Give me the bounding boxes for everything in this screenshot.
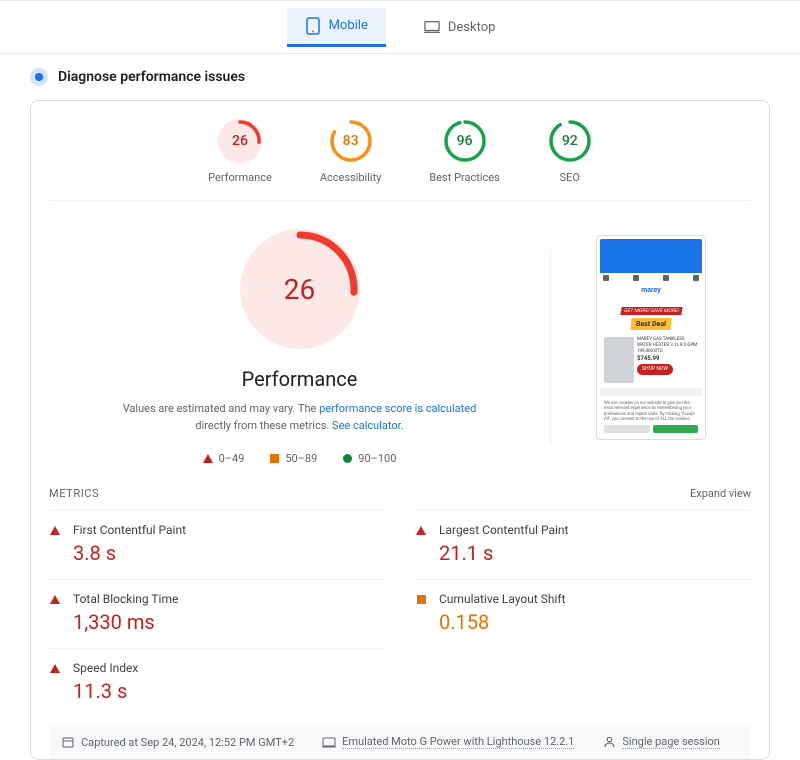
thumb-price: $745.99 — [637, 355, 698, 363]
metric-lcp-name: Largest Contentful Paint — [439, 523, 568, 537]
tab-mobile[interactable]: Mobile — [287, 8, 386, 47]
thumb-logo: marey — [600, 286, 702, 296]
footer-device: Emulated Moto G Power with Lighthouse 12… — [322, 735, 574, 749]
score-best-practices[interactable]: 96 Best Practices — [429, 119, 499, 184]
hero-title: Performance — [69, 367, 530, 391]
score-legend: 0–49 50–89 90–100 — [69, 452, 530, 465]
category-scores: 26 Performance 83 Accessibility 96 Best … — [49, 119, 751, 201]
metrics-title: METRICS — [49, 487, 99, 500]
link-score-calculated[interactable]: performance score is calculated — [319, 402, 476, 415]
calendar-icon — [61, 735, 75, 749]
metrics-grid: First Contentful Paint 3.8 s Largest Con… — [49, 510, 751, 717]
thumb-banner — [600, 239, 702, 273]
legend-amber-label: 50–89 — [285, 452, 317, 465]
tab-desktop-label: Desktop — [448, 20, 496, 35]
hero-note-pre: Values are estimated and may vary. The — [123, 402, 319, 415]
tab-mobile-label: Mobile — [329, 18, 368, 33]
metric-si-name: Speed Index — [73, 661, 138, 675]
expand-view-button[interactable]: Expand view — [690, 487, 751, 500]
thumb-product-info: MAREY GAS TANKLESS WATER HEATER 3.1L 8.5… — [637, 337, 698, 375]
metric-tbt[interactable]: Total Blocking Time 1,330 ms — [49, 579, 385, 648]
link-see-calculator[interactable]: See calculator. — [332, 419, 404, 432]
thumb-consent-buttons — [604, 425, 698, 433]
performance-gauge: 26 — [240, 229, 360, 349]
footer-session-text[interactable]: Single page session — [622, 735, 719, 749]
metric-fcp[interactable]: First Contentful Paint 3.8 s — [49, 510, 385, 579]
score-best-practices-label: Best Practices — [429, 171, 499, 184]
triangle-red-icon — [50, 664, 60, 673]
metric-si[interactable]: Speed Index 11.3 s — [49, 648, 385, 717]
page-screenshot-thumbnail[interactable]: marey GET MORE! SAVE MORE! Best Deal MAR… — [596, 235, 706, 440]
thumb-product-image — [604, 337, 634, 383]
triangle-red-icon — [50, 526, 60, 535]
metric-cls[interactable]: Cumulative Layout Shift 0.158 — [415, 579, 751, 648]
footer-session: Single page session — [602, 735, 719, 749]
thumb-ribbon: GET MORE! SAVE MORE! — [620, 307, 682, 315]
score-accessibility-label: Accessibility — [320, 171, 382, 184]
thumb-navbar — [600, 273, 702, 283]
score-seo-label: SEO — [548, 171, 592, 184]
score-performance[interactable]: 26 Performance — [208, 119, 272, 184]
triangle-red-icon — [203, 454, 213, 463]
mobile-icon — [305, 18, 321, 34]
square-amber-icon — [270, 454, 279, 463]
hero-note: Values are estimated and may vary. The p… — [69, 401, 530, 434]
thumb-divider — [600, 388, 702, 396]
legend-green-label: 90–100 — [358, 452, 396, 465]
report-footer: Captured at Sep 24, 2024, 12:52 PM GMT+2… — [49, 725, 751, 759]
hero-right: marey GET MORE! SAVE MORE! Best Deal MAR… — [551, 229, 751, 440]
thumb-consent-text: We use cookies on our website to give yo… — [604, 401, 698, 422]
hero-note-mid: directly from these metrics. — [195, 419, 332, 432]
device-icon — [322, 735, 336, 749]
legend-green: 90–100 — [343, 452, 396, 465]
hero-left: 26 Performance Values are estimated and … — [49, 229, 550, 465]
footer-captured-text: Captured at Sep 24, 2024, 12:52 PM GMT+2 — [81, 736, 294, 749]
square-amber-icon — [417, 595, 426, 604]
thumb-cookie-settings — [604, 425, 650, 433]
desktop-icon — [424, 19, 440, 35]
diagnose-icon — [30, 68, 48, 86]
thumb-product-title: MAREY GAS TANKLESS WATER HEATER 3.1L 8.5… — [637, 337, 698, 355]
report-card: 26 Performance 83 Accessibility 96 Best … — [30, 100, 770, 760]
metric-lcp-value: 21.1 s — [439, 541, 568, 565]
metric-si-value: 11.3 s — [73, 679, 138, 703]
performance-hero: 26 Performance Values are estimated and … — [49, 201, 751, 465]
page-title: Diagnose performance issues — [58, 69, 245, 85]
metric-cls-value: 0.158 — [439, 610, 566, 634]
metric-cls-name: Cumulative Layout Shift — [439, 592, 566, 606]
thumb-deal: GET MORE! SAVE MORE! Best Deal — [604, 299, 698, 332]
legend-red-label: 0–49 — [219, 452, 245, 465]
metric-tbt-name: Total Blocking Time — [73, 592, 178, 606]
metric-fcp-name: First Contentful Paint — [73, 523, 186, 537]
thumb-shop-button: SHOP NOW — [637, 364, 673, 375]
tab-desktop[interactable]: Desktop — [406, 9, 514, 45]
footer-device-text[interactable]: Emulated Moto G Power with Lighthouse 12… — [342, 735, 574, 749]
score-seo[interactable]: 92 SEO — [548, 119, 592, 184]
thumb-body: MAREY GAS TANKLESS WATER HEATER 3.1L 8.5… — [600, 334, 702, 386]
metrics-header: METRICS Expand view — [49, 465, 751, 510]
thumb-consent: We use cookies on our website to give yo… — [600, 398, 702, 436]
section-header: Diagnose performance issues — [0, 54, 800, 92]
metric-lcp[interactable]: Largest Contentful Paint 21.1 s — [415, 510, 751, 579]
triangle-red-icon — [416, 526, 426, 535]
triangle-red-icon — [50, 595, 60, 604]
thumb-accept-all — [653, 425, 699, 433]
footer-captured: Captured at Sep 24, 2024, 12:52 PM GMT+2 — [61, 735, 294, 749]
legend-red: 0–49 — [203, 452, 245, 465]
legend-amber: 50–89 — [270, 452, 317, 465]
score-performance-label: Performance — [208, 171, 272, 184]
score-accessibility[interactable]: 83 Accessibility — [320, 119, 382, 184]
device-tabs: Mobile Desktop — [0, 0, 800, 54]
metric-tbt-value: 1,330 ms — [73, 610, 178, 634]
thumb-tag: Best Deal — [630, 318, 671, 330]
circle-green-icon — [343, 454, 352, 463]
person-icon — [602, 735, 616, 749]
metric-fcp-value: 3.8 s — [73, 541, 186, 565]
